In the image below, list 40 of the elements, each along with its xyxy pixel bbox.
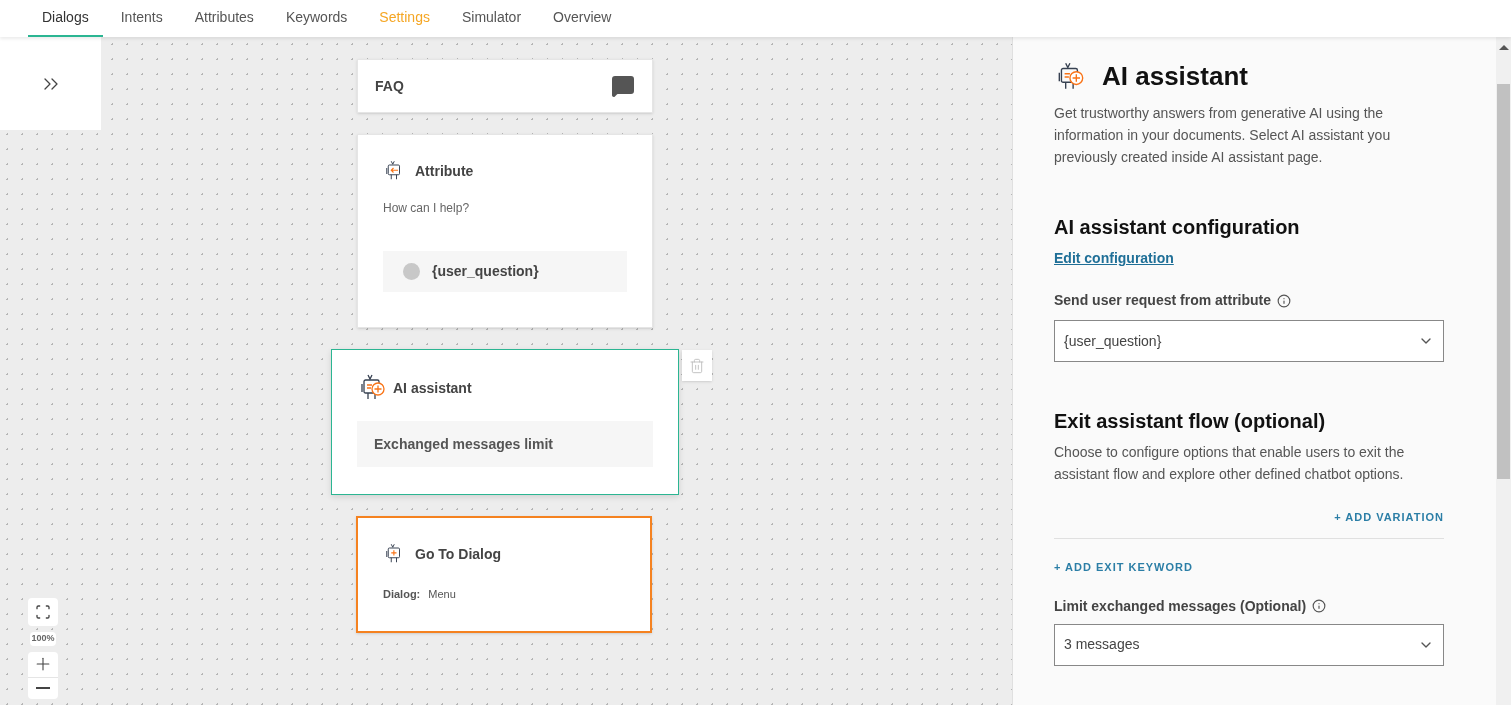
zoom-level: 100% bbox=[30, 632, 56, 646]
panel-title: AI assistant bbox=[1102, 60, 1248, 93]
node-message: How can I help? bbox=[383, 200, 471, 217]
field-label: Send user request from attribute bbox=[1054, 291, 1272, 310]
add-exit-keyword-button[interactable]: + ADD EXIT KEYWORD bbox=[1054, 558, 1193, 575]
fit-view-button[interactable] bbox=[28, 598, 58, 626]
edit-configuration-link[interactable]: Edit configuration bbox=[1054, 248, 1174, 269]
nav-tab[interactable]: Attributes bbox=[180, 0, 268, 37]
field-label: Limit exchanged messages (Optional) bbox=[1054, 596, 1307, 616]
nav-tab[interactable]: Keywords bbox=[271, 0, 362, 37]
section-heading: AI assistant configuration bbox=[1054, 215, 1301, 240]
nav-tab[interactable]: Simulator bbox=[447, 0, 536, 37]
section-heading: Exit assistant flow (optional) bbox=[1054, 409, 1327, 434]
panel-description: Get trustworthy answers from generative AI using the information in your documents. Select AI assistant you previously created inside AI assistant page. bbox=[1054, 104, 1392, 167]
faq-node[interactable]: FAQ bbox=[357, 59, 653, 113]
attribute-node[interactable]: Attribute How can I help? {user_question} bbox=[357, 134, 653, 328]
scroll-up-icon bbox=[1498, 45, 1509, 50]
section-description: Choose to configure options that enable users to exit the assistant flow and explore other defined chatbot options. bbox=[1054, 443, 1406, 484]
nav-tab[interactable]: Overview bbox=[539, 0, 626, 37]
attribute-select[interactable]: {user_question} bbox=[1054, 320, 1444, 362]
limit-item: Exchanged messages limit bbox=[357, 421, 653, 467]
field-label: Dialog: bbox=[383, 587, 421, 602]
limit-select[interactable]: 3 messages bbox=[1054, 623, 1444, 666]
go-to-dialog-node[interactable]: Go To Dialog Dialog: Menu bbox=[356, 516, 652, 633]
node-title: FAQ bbox=[375, 76, 404, 96]
attribute-name: {user_question} bbox=[432, 262, 539, 281]
node-title: AI assistant bbox=[393, 378, 472, 398]
field-value: Menu bbox=[428, 587, 456, 602]
info-icon bbox=[1312, 599, 1327, 613]
sidebar-toggle[interactable] bbox=[0, 37, 101, 130]
nav-tab[interactable]: Intents bbox=[106, 0, 177, 37]
delete-button[interactable] bbox=[682, 350, 712, 381]
fit-view-icon bbox=[35, 604, 51, 620]
minus-icon bbox=[36, 687, 50, 689]
node-title: Go To Dialog bbox=[415, 544, 502, 564]
trash-icon bbox=[689, 356, 705, 375]
info-icon bbox=[1277, 293, 1292, 308]
add-variation-button[interactable]: + ADD VARIATION bbox=[1334, 509, 1444, 526]
node-title: Attribute bbox=[415, 161, 474, 181]
chat-bubble-icon bbox=[611, 74, 635, 98]
